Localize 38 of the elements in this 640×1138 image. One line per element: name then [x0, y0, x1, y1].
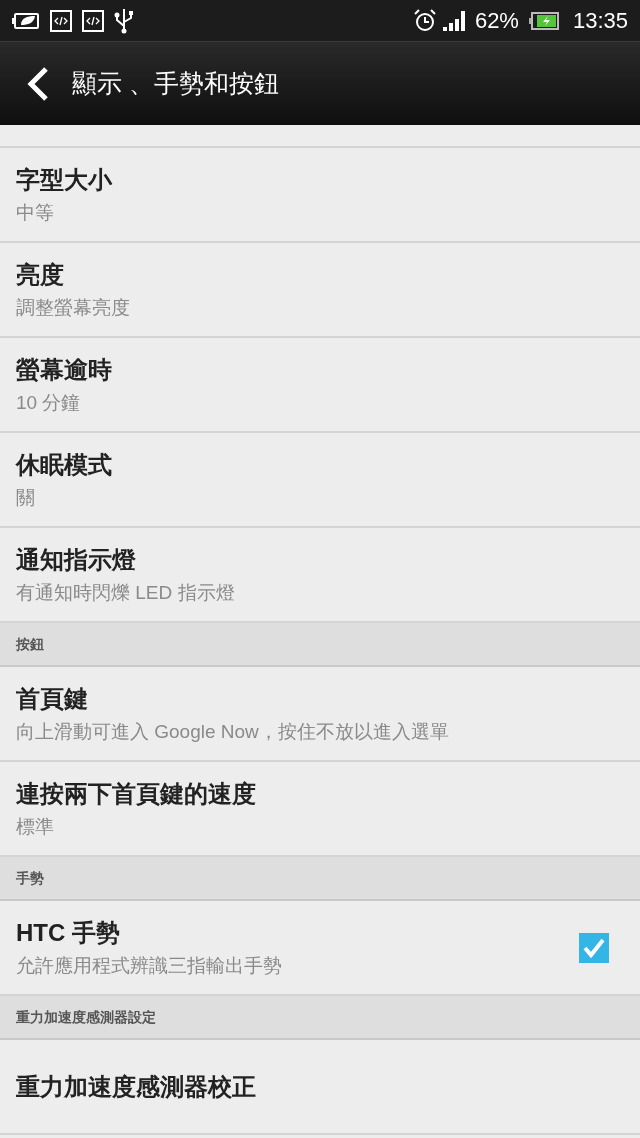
item-title: 螢幕逾時: [16, 354, 112, 385]
item-subtitle: 中等: [16, 200, 55, 225]
section-header: 重力加速度感測器設定: [0, 996, 640, 1040]
usb-icon: [114, 7, 134, 34]
item-title: HTC 手勢: [16, 917, 121, 948]
check-icon: [582, 936, 606, 959]
item-subtitle: 調整螢幕亮度: [16, 295, 130, 320]
item-title: 亮度: [16, 259, 65, 290]
item-subtitle: 標準: [16, 814, 55, 839]
item-subtitle: 10 分鐘: [16, 390, 82, 415]
code-icon: [82, 9, 104, 32]
settings-item[interactable]: 螢幕逾時 10 分鐘: [0, 338, 640, 433]
checkbox[interactable]: [579, 932, 609, 963]
leaf-battery-icon: [12, 10, 40, 31]
item-title: 連按兩下首頁鍵的速度: [16, 778, 256, 809]
code-icon: [50, 9, 72, 32]
back-icon: [27, 66, 49, 101]
battery-percentage: 62%: [474, 7, 519, 35]
settings-item[interactable]: 字型大小 中等: [0, 148, 640, 243]
item-title: 重力加速度感測器校正: [16, 1071, 256, 1102]
item-title: 字型大小: [16, 164, 112, 195]
alarm-icon: [412, 8, 437, 33]
section-header: 按鈕: [0, 623, 640, 667]
section-header: 手勢: [0, 857, 640, 901]
item-title: 通知指示燈: [16, 544, 137, 575]
header-title: 顯示 、手勢和按鈕: [72, 67, 279, 99]
item-subtitle: 有通知時閃爍 LED 指示燈: [16, 580, 235, 605]
settings-item[interactable]: 休眠模式 關: [0, 433, 640, 528]
item-subtitle: 關: [16, 485, 36, 510]
item-subtitle: 向上滑動可進入 Google Now，按住不放以進入選單: [16, 719, 449, 744]
clock: 13:35: [572, 7, 628, 35]
item-title: 休眠模式: [16, 449, 112, 480]
settings-item[interactable]: 首頁鍵 向上滑動可進入 Google Now，按住不放以進入選單: [0, 667, 640, 762]
item-title: 首頁鍵: [16, 683, 89, 714]
settings-item[interactable]: 亮度 調整螢幕亮度: [0, 243, 640, 338]
settings-item[interactable]: 重力加速度感測器校正: [0, 1040, 640, 1135]
battery-charging-icon: [528, 11, 559, 30]
item-subtitle: 允許應用程式辨識三指輸出手勢: [16, 953, 282, 978]
